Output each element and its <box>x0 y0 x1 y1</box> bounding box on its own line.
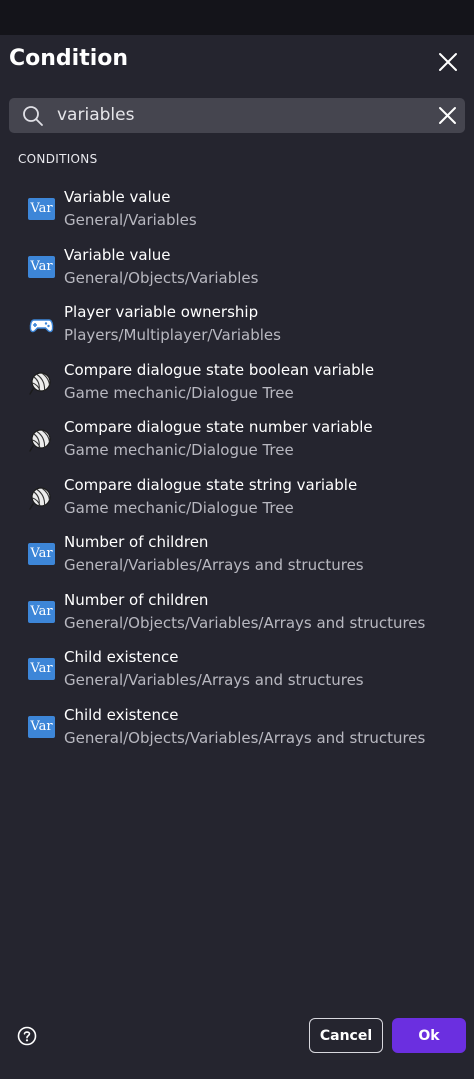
yarn-ball-icon <box>28 371 55 395</box>
item-path: General/Objects/Variables/Arrays and str… <box>64 728 426 747</box>
list-item[interactable]: Var Variable value General/Objects/Variabl… <box>0 239 474 297</box>
list-item[interactable]: Compare dialogue state string variable Ga… <box>0 469 474 527</box>
item-name: Number of children <box>64 533 209 551</box>
cancel-button[interactable]: Cancel <box>309 1018 383 1053</box>
list-item[interactable]: Player variable ownership Players/Multipl… <box>0 296 474 354</box>
clear-icon[interactable] <box>437 105 458 126</box>
search-bar <box>9 98 465 133</box>
search-input[interactable] <box>57 101 427 129</box>
item-path: Game mechanic/Dialogue Tree <box>64 383 294 402</box>
close-icon <box>439 53 457 71</box>
list-item[interactable]: Var Variable value General/Variables <box>0 181 474 239</box>
list-item[interactable]: Var Child existence General/Variables/Arra… <box>0 641 474 699</box>
ok-button[interactable]: Ok <box>392 1018 466 1053</box>
variable-icon: Var <box>28 198 55 222</box>
item-name: Child existence <box>64 705 179 724</box>
item-name: Compare dialogue state boolean variable <box>64 360 375 379</box>
help-icon <box>17 1026 37 1046</box>
item-name: Variable value <box>64 245 171 264</box>
gamepad-icon <box>28 313 55 337</box>
item-name: Compare dialogue state string variable <box>64 475 358 494</box>
item-name: Number of children <box>64 590 209 609</box>
section-label: CONDITIONS <box>18 152 98 166</box>
item-name: Child existence <box>64 648 179 666</box>
variable-icon: Var <box>28 658 55 682</box>
variable-icon-label: Var <box>28 715 55 738</box>
item-name: Variable value <box>64 188 171 206</box>
list-item[interactable]: Compare dialogue state number variable Ga… <box>0 411 474 469</box>
variable-icon: Var <box>28 255 55 280</box>
list-item[interactable]: Var Number of children General/Objects/Var… <box>0 584 474 642</box>
close-button[interactable] <box>436 50 460 74</box>
list-item[interactable]: Var Child existence General/Objects/Variab… <box>0 699 474 757</box>
item-path: Game mechanic/Dialogue Tree <box>64 498 294 517</box>
variable-icon-label: Var <box>28 543 55 565</box>
list-item[interactable]: Compare dialogue state boolean variable G… <box>0 354 474 412</box>
item-path: General/Variables/Arrays and structures <box>64 556 364 574</box>
item-path: General/Objects/Variables <box>64 268 259 287</box>
list-item[interactable]: Var Number of children General/Variables/A… <box>0 526 474 584</box>
yarn-ball-icon <box>28 428 55 452</box>
item-name: Compare dialogue state number variable <box>64 418 373 436</box>
variable-icon: Var <box>28 715 55 740</box>
item-name: Player variable ownership <box>64 303 259 321</box>
variable-icon: Var <box>28 543 55 567</box>
variable-icon-label: Var <box>28 600 55 623</box>
dialog-title: Condition <box>9 46 129 71</box>
item-path: Players/Multiplayer/Variables <box>64 326 281 344</box>
variable-icon-label: Var <box>28 255 55 278</box>
yarn-ball-icon <box>28 486 55 510</box>
variable-icon-label: Var <box>28 658 55 680</box>
variable-icon-label: Var <box>28 198 55 220</box>
help-button[interactable] <box>17 1026 37 1046</box>
item-path: General/Objects/Variables/Arrays and str… <box>64 613 426 632</box>
conditions-list: Var Variable value General/Variables Var Var… <box>0 181 474 756</box>
top-bar <box>0 0 474 35</box>
search-icon <box>23 106 43 126</box>
item-path: Game mechanic/Dialogue Tree <box>64 441 294 459</box>
item-path: General/Variables/Arrays and structures <box>64 671 364 689</box>
item-path: General/Variables <box>64 211 197 229</box>
variable-icon: Var <box>28 600 55 625</box>
